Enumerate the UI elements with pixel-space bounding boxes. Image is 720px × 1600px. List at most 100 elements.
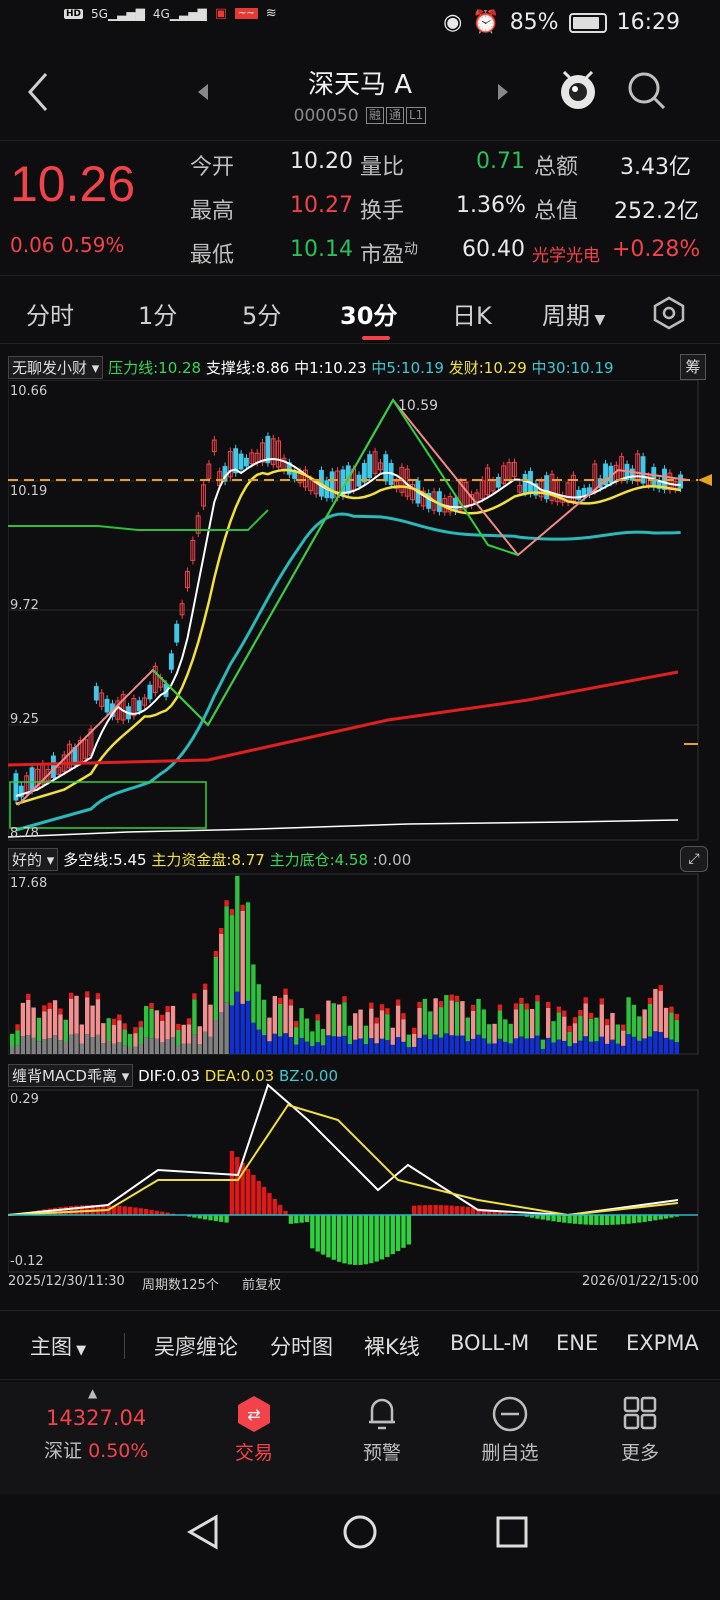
sub1-bar-top — [331, 1003, 336, 1037]
sub1-bar-top — [315, 1020, 320, 1043]
sub1-bar-cap — [224, 900, 229, 907]
sub1-bar-base — [117, 1042, 122, 1054]
sub1-bar-base — [401, 1041, 406, 1054]
sub1-bar-base — [229, 1005, 235, 1054]
system-recents-icon[interactable] — [496, 1516, 528, 1548]
sub1-bar-cap — [315, 1014, 320, 1021]
nav-trade-label: 交易 — [234, 1442, 273, 1464]
sub1-bar-top — [336, 1004, 342, 1037]
sub1-bar-top — [294, 1027, 299, 1045]
sector-name[interactable]: 光学光电 — [532, 241, 600, 266]
sub1-bar-base — [604, 1043, 610, 1054]
caret-up-icon: ▲ — [88, 1386, 98, 1400]
sub1-bar-top — [487, 1024, 492, 1044]
sub2-indicator-selector[interactable]: 缠背MACD乖离 ▾ — [8, 1064, 134, 1087]
sub1-bar-top — [562, 1016, 567, 1041]
macd-bar — [401, 1215, 406, 1248]
tool-expma[interactable]: EXPMA — [626, 1331, 699, 1355]
sub1-bar-top — [369, 1008, 374, 1039]
tool-timeshare[interactable]: 分时图 — [270, 1331, 333, 1361]
system-home-icon[interactable] — [342, 1514, 378, 1550]
sub1-bar-base — [406, 1047, 411, 1054]
tool-naked-k[interactable]: 裸K线 — [364, 1331, 420, 1361]
sub1-bar-cap — [68, 992, 74, 999]
sector-change[interactable]: +0.28% — [612, 237, 700, 262]
main-chart-selector[interactable]: 主图 ▼ — [30, 1331, 86, 1361]
sub1-bar-base — [170, 1037, 176, 1054]
chip-distribution-button[interactable]: 筹 — [680, 354, 706, 380]
sub1-bar-top — [310, 1031, 315, 1047]
tool-chanlun[interactable]: 吴廖缠论 — [154, 1331, 238, 1361]
sub1-bar-top — [567, 1031, 572, 1047]
sub1-bar-cap — [470, 1004, 476, 1011]
tag-margin: 融 — [365, 107, 384, 124]
main-indicator-selector[interactable]: 无聊发小财 ▾ — [8, 356, 104, 379]
index-value[interactable]: 14327.04 — [46, 1406, 146, 1430]
sub1-bar-cap — [572, 1017, 578, 1024]
value-volume-ratio: 0.71 — [476, 149, 525, 174]
sub1-bar-top — [181, 1024, 186, 1044]
sub1-bar-top — [653, 988, 658, 1032]
macd-bar — [347, 1215, 353, 1265]
tab-intraday[interactable]: 分时 — [26, 296, 74, 331]
sub1-bar-top — [428, 1011, 433, 1040]
sub1-bar-top — [326, 1000, 331, 1036]
tool-ene[interactable]: ENE — [556, 1331, 598, 1355]
macd-bar — [572, 1215, 578, 1224]
candle-body — [292, 471, 298, 479]
value-low: 10.14 — [290, 237, 353, 262]
sub1-bar-base — [165, 1039, 170, 1054]
nav-more[interactable]: 更多 — [590, 1394, 690, 1465]
sub1-bar-cap — [186, 1018, 192, 1025]
sub1-bar-top — [186, 1024, 192, 1044]
sub1-bar-top — [251, 964, 256, 1023]
sub1-bar-base — [85, 1034, 90, 1054]
sub1-bar-base — [26, 1035, 31, 1054]
value-high: 10.27 — [290, 193, 353, 218]
index-info[interactable]: 深证 0.50% — [44, 1436, 148, 1463]
system-back-icon[interactable] — [186, 1514, 220, 1550]
macd-bar — [428, 1205, 433, 1215]
sub1-bar-top — [508, 1023, 513, 1044]
next-stock-icon[interactable] — [496, 82, 510, 102]
value-open: 10.20 — [290, 149, 353, 174]
change-percent: 0.59% — [60, 233, 125, 257]
sub1-bar-cap — [604, 1019, 610, 1026]
macd-bar — [353, 1215, 358, 1265]
mascot-icon[interactable] — [556, 66, 600, 114]
tool-boll[interactable]: BOLL-M — [450, 1331, 529, 1355]
tab-daily[interactable]: 日K — [452, 296, 492, 331]
nav-remove-watchlist[interactable]: 删自选 — [460, 1394, 560, 1465]
macd-bar — [133, 1207, 138, 1215]
kline-chart[interactable]: 无聊发小财 ▾ 压力线:10.28 支撑线:8.86 中1:10.23 中5:1… — [8, 350, 712, 1310]
macd-bar — [438, 1205, 444, 1215]
sub1-bar-base — [572, 1043, 578, 1054]
sub1-bar-cap — [176, 1023, 181, 1030]
expand-icon[interactable]: ⤢ — [680, 846, 708, 872]
sub1-bar-cap — [149, 1002, 154, 1009]
tag-level1: L1 — [406, 107, 427, 124]
nav-alert[interactable]: 预警 — [332, 1394, 432, 1465]
sub1-bar-cap — [562, 1010, 567, 1017]
search-icon[interactable] — [626, 70, 668, 112]
sub1-bar-base — [47, 1038, 52, 1054]
sub1-bar-top — [492, 1023, 497, 1044]
macd-bar — [304, 1215, 310, 1223]
sub1-indicator-selector[interactable]: 好的 ▾ — [8, 848, 59, 871]
sub1-bar-top — [63, 1019, 68, 1042]
tab-30min[interactable]: 30分 — [340, 296, 397, 331]
sub1-bar-top — [122, 1029, 127, 1046]
nav-trade[interactable]: ⇄ 交易 — [204, 1394, 304, 1465]
sub1-bar-base — [358, 1038, 363, 1054]
tab-1min[interactable]: 1分 — [138, 296, 177, 331]
sub1-bar-base — [626, 1034, 631, 1054]
sub1-indicator-values: 多空线:5.45 主力资金盘:8.77 主力底仓:4.58 :0.00 — [63, 851, 411, 869]
macd-bar — [149, 1209, 154, 1215]
sub1-bar-top — [213, 956, 219, 1021]
sub1-bar-cap — [219, 928, 224, 935]
tab-period[interactable]: 周期 ▼ — [542, 296, 605, 331]
sub1-bar-base — [106, 1041, 111, 1054]
settings-hexagon-icon[interactable] — [652, 296, 686, 330]
tab-5min[interactable]: 5分 — [242, 296, 281, 331]
macd-bar — [267, 1193, 272, 1215]
